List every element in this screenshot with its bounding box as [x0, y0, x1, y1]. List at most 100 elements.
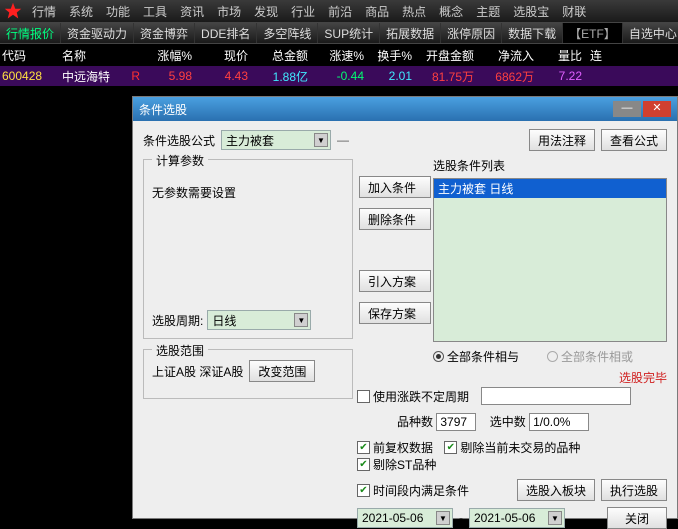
menu-item[interactable]: 发现	[248, 3, 284, 20]
radio-and[interactable]: 全部条件相与	[433, 348, 519, 365]
condition-selector-dialog: 条件选股 — ✕ 条件选股公式 主力被套 ▼ — 用法注释 查看公式 计算参数 …	[132, 96, 678, 519]
tab-item[interactable]: 数据下载	[502, 23, 563, 43]
col-pct[interactable]: 涨幅%	[140, 47, 192, 64]
col-name[interactable]: 名称	[52, 47, 122, 64]
main-menu-bar: 行情 系统 功能 工具 资讯 市场 发现 行业 前沿 商品 热点 概念 主题 选…	[0, 0, 678, 22]
menu-item[interactable]: 工具	[137, 3, 173, 20]
formula-dropdown[interactable]: 主力被套 ▼	[221, 130, 331, 150]
count-label: 品种数	[397, 415, 433, 429]
checkbox-icon: ✔	[357, 484, 370, 497]
tab-item[interactable]: DDE排名	[195, 23, 257, 43]
radio-or[interactable]: 全部条件相或	[547, 348, 633, 365]
col-code[interactable]: 代码	[2, 47, 52, 64]
dialog-titlebar[interactable]: 条件选股 — ✕	[133, 97, 677, 121]
tab-strip: 行情报价 资金驱动力 资金博弈 DDE排名 多空阵线 SUP统计 拓展数据 涨停…	[0, 22, 678, 44]
tab-item[interactable]: 自选中心	[623, 23, 678, 43]
menu-item[interactable]: 系统	[63, 3, 99, 20]
period-dropdown[interactable]: 日线 ▼	[207, 310, 311, 330]
col-net[interactable]: 净流入	[474, 47, 534, 64]
col-spd[interactable]: 涨速%	[308, 47, 364, 64]
menu-item[interactable]: 行业	[285, 3, 321, 20]
chevron-down-icon: ▼	[314, 133, 328, 147]
cell-spd: -0.44	[308, 69, 364, 83]
menu-item[interactable]: 市场	[211, 3, 247, 20]
tab-item[interactable]: 资金博弈	[134, 23, 195, 43]
chk-exclude-st[interactable]: ✔剔除ST品种	[357, 456, 436, 473]
close-button[interactable]: ✕	[643, 101, 671, 117]
cell-open: 81.75万	[412, 68, 474, 85]
to-block-button[interactable]: 选股入板块	[517, 479, 595, 501]
cell-turn: 2.01	[364, 69, 412, 83]
tab-item[interactable]: 拓展数据	[380, 23, 441, 43]
menu-items: 行情 系统 功能 工具 资讯 市场 发现 行业 前沿 商品 热点 概念 主题 选…	[26, 3, 592, 20]
checkbox-icon: ✔	[444, 441, 457, 454]
col-turn[interactable]: 换手%	[364, 47, 412, 64]
menu-item[interactable]: 功能	[100, 3, 136, 20]
selected-label: 选中数	[490, 415, 526, 429]
chevron-down-icon: ▼	[436, 511, 450, 525]
menu-item[interactable]: 概念	[433, 3, 469, 20]
chk-exclude-nontrade[interactable]: ✔剔除当前未交易的品种	[444, 439, 580, 456]
count-value[interactable]	[436, 413, 476, 431]
range-group: 选股范围 上证A股 深证A股 改变范围	[143, 349, 353, 399]
tab-item[interactable]: 资金驱动力	[61, 23, 134, 43]
cell-pct: 5.98	[140, 69, 192, 83]
list-item[interactable]: 主力被套 日线	[434, 179, 666, 198]
condition-list-label: 选股条件列表	[433, 157, 667, 174]
menu-item[interactable]: 资讯	[174, 3, 210, 20]
menu-item[interactable]: 行情	[26, 3, 62, 20]
selected-value[interactable]	[529, 413, 589, 431]
change-range-button[interactable]: 改变范围	[249, 360, 315, 382]
chk-irregular-period[interactable]: 使用涨跌不定周期	[357, 388, 469, 405]
condition-listbox[interactable]: 主力被套 日线	[433, 178, 667, 342]
range-legend: 选股范围	[152, 342, 208, 359]
table-row[interactable]: 600428 中远海特 R 5.98 4.43 1.88亿 -0.44 2.01…	[0, 66, 678, 86]
menu-item[interactable]: 前沿	[322, 3, 358, 20]
period-value: 日线	[212, 312, 236, 329]
col-price[interactable]: 现价	[192, 47, 248, 64]
menu-item[interactable]: 主题	[470, 3, 506, 20]
calc-legend: 计算参数	[152, 152, 208, 169]
menu-item[interactable]: 选股宝	[507, 3, 555, 20]
formula-label: 条件选股公式	[143, 132, 215, 149]
cell-code: 600428	[2, 69, 52, 83]
checkbox-icon: ✔	[357, 458, 370, 471]
date-to-dropdown[interactable]: 2021-05-06▼	[469, 508, 565, 528]
chk-fq[interactable]: ✔前复权数据	[357, 439, 433, 456]
menu-item[interactable]: 商品	[359, 3, 395, 20]
menu-item[interactable]: 热点	[396, 3, 432, 20]
view-formula-button[interactable]: 查看公式	[601, 129, 667, 151]
minimize-button[interactable]: —	[613, 101, 641, 117]
load-scheme-button[interactable]: 引入方案	[359, 270, 431, 292]
add-condition-button[interactable]: 加入条件	[359, 176, 431, 198]
app-logo	[4, 2, 22, 20]
checkbox-icon: ✔	[357, 441, 370, 454]
close-dialog-button[interactable]: 关闭	[607, 507, 667, 529]
checkbox-icon	[357, 390, 370, 403]
tab-item[interactable]: 多空阵线	[257, 23, 318, 43]
irregular-period-input[interactable]	[481, 387, 631, 405]
grid-header: 代码 名称 涨幅% 现价 总金额 涨速% 换手% 开盘金额 净流入 量比 连	[0, 44, 678, 66]
cell-vol: 7.22	[534, 69, 582, 83]
usage-button[interactable]: 用法注释	[529, 129, 595, 151]
chk-timerange[interactable]: ✔时间段内满足条件	[357, 482, 469, 499]
date-from-dropdown[interactable]: 2021-05-06▼	[357, 508, 453, 528]
tab-item[interactable]: SUP统计	[318, 23, 380, 43]
tab-quotes[interactable]: 行情报价	[0, 23, 61, 43]
formula-value: 主力被套	[226, 132, 274, 149]
cell-price: 4.43	[192, 69, 248, 83]
dialog-title: 条件选股	[139, 101, 611, 118]
run-button[interactable]: 执行选股	[601, 479, 667, 501]
tab-item[interactable]: 涨停原因	[441, 23, 502, 43]
save-scheme-button[interactable]: 保存方案	[359, 302, 431, 324]
status-text: 选股完毕	[433, 369, 667, 386]
col-more[interactable]: 连	[582, 47, 602, 64]
tab-item[interactable]: 【ETF】	[563, 23, 623, 43]
col-open[interactable]: 开盘金额	[412, 47, 474, 64]
delete-condition-button[interactable]: 删除条件	[359, 208, 431, 230]
menu-item[interactable]: 财联	[556, 3, 592, 20]
chevron-down-icon: ▼	[294, 313, 308, 327]
calc-text: 无参数需要设置	[152, 184, 344, 201]
col-vol[interactable]: 量比	[534, 47, 582, 64]
col-amt[interactable]: 总金额	[248, 47, 308, 64]
